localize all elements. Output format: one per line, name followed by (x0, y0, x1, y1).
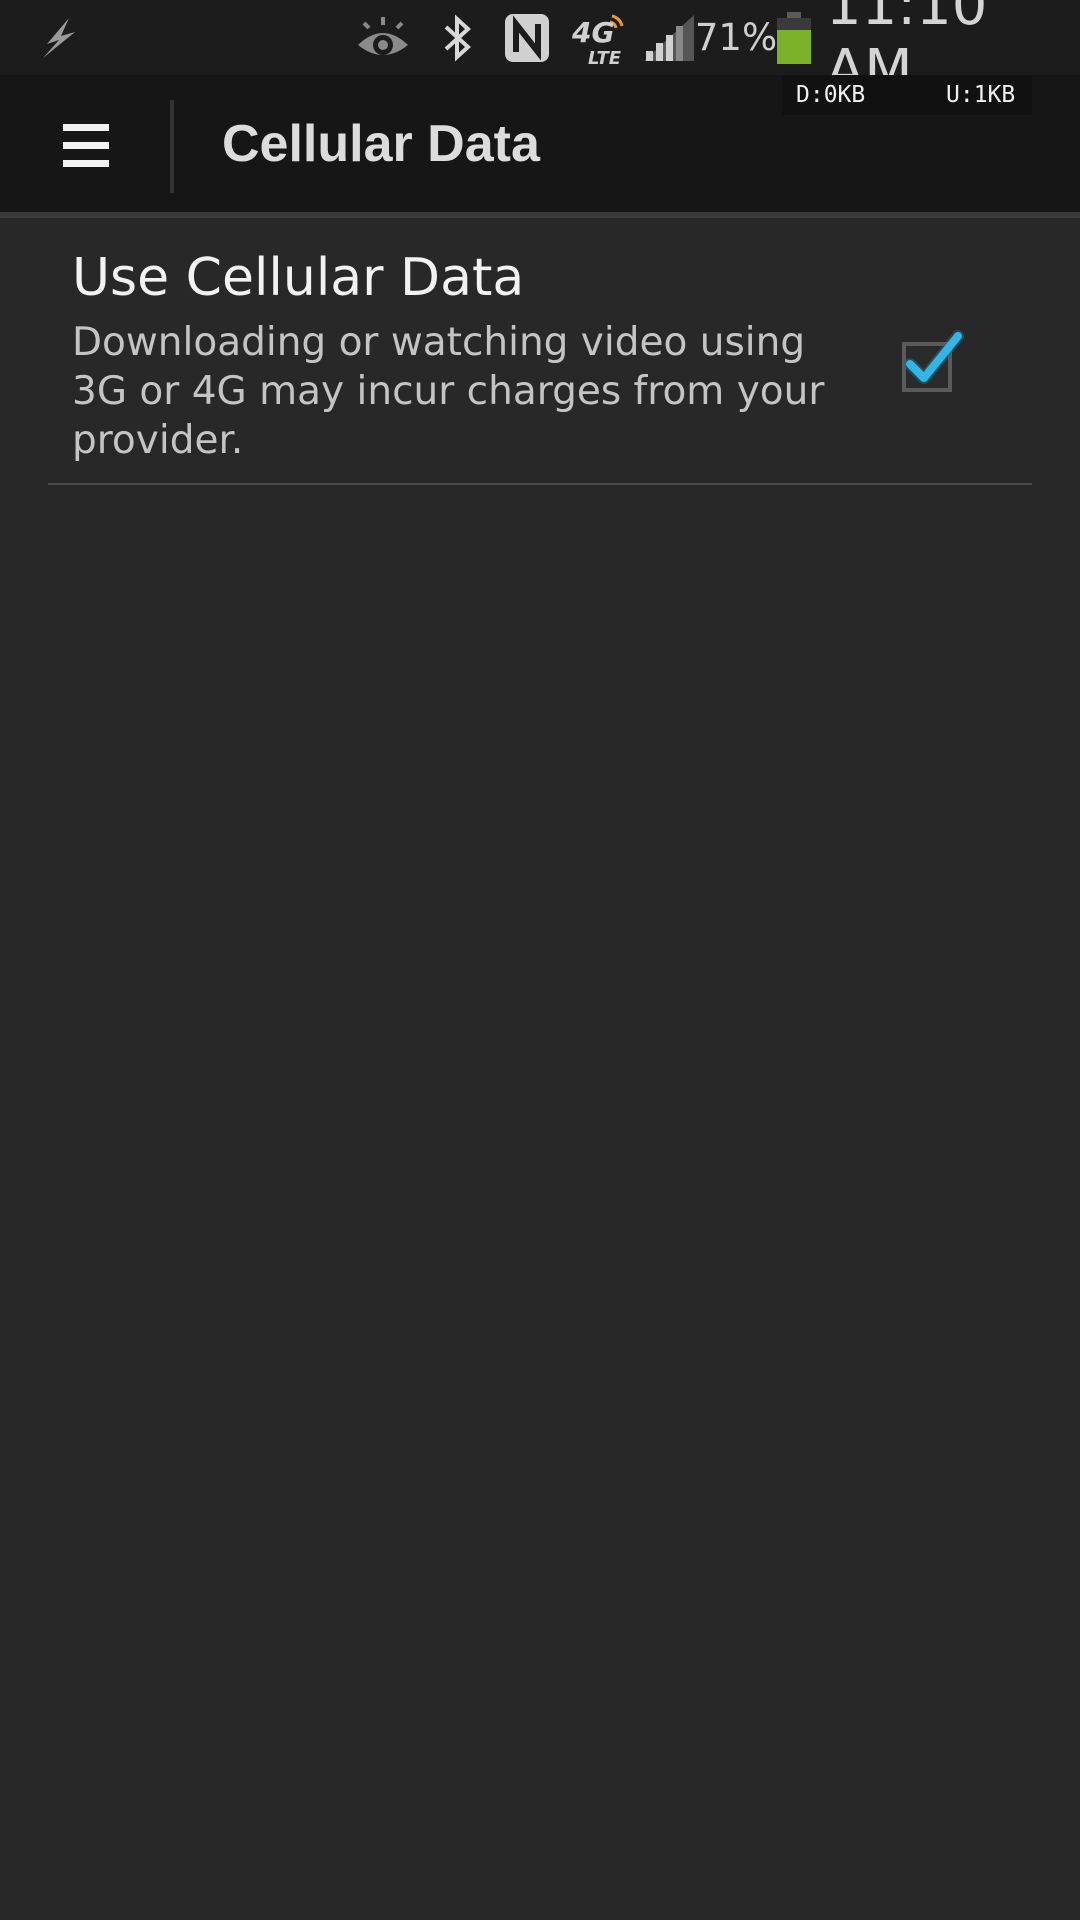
screen: 4G LTE 71% 11:10 AM Cellular Data D:0KB … (0, 0, 1080, 1920)
action-bar-divider (170, 100, 174, 193)
setting-summary: Downloading or watching video using 3G o… (72, 320, 825, 463)
status-bar: 4G LTE 71% 11:10 AM (0, 0, 1080, 103)
svg-text:4G: 4G (571, 16, 614, 49)
svg-text:LTE: LTE (588, 48, 622, 66)
signal-icon (640, 0, 698, 75)
download-counter: D:0KB (796, 82, 866, 108)
use-cellular-data-checkbox[interactable] (898, 326, 968, 396)
use-cellular-data-setting[interactable]: Use Cellular Data Downloading or watchin… (48, 218, 1032, 483)
hamburger-menu-button[interactable] (40, 95, 132, 195)
status-clock: 11:10 AM (826, 0, 988, 103)
4g-lte-icon: 4G LTE (568, 0, 630, 75)
page-title: Cellular Data (222, 114, 540, 173)
action-bar: Cellular Data D:0KB U:1KB (0, 75, 1080, 212)
checkmark-icon (902, 330, 964, 392)
bluetooth-icon (438, 0, 476, 75)
battery-icon (774, 0, 814, 75)
setting-divider (48, 483, 1032, 485)
battery-percent: 71% (694, 16, 778, 59)
upload-counter: U:1KB (946, 82, 1016, 108)
flash-icon (30, 0, 90, 75)
traffic-monitor: D:0KB U:1KB (782, 75, 1032, 115)
setting-title: Use Cellular Data (72, 248, 525, 308)
eye-icon (352, 0, 414, 75)
hamburger-menu-icon (63, 123, 109, 167)
nfc-icon (502, 0, 552, 75)
